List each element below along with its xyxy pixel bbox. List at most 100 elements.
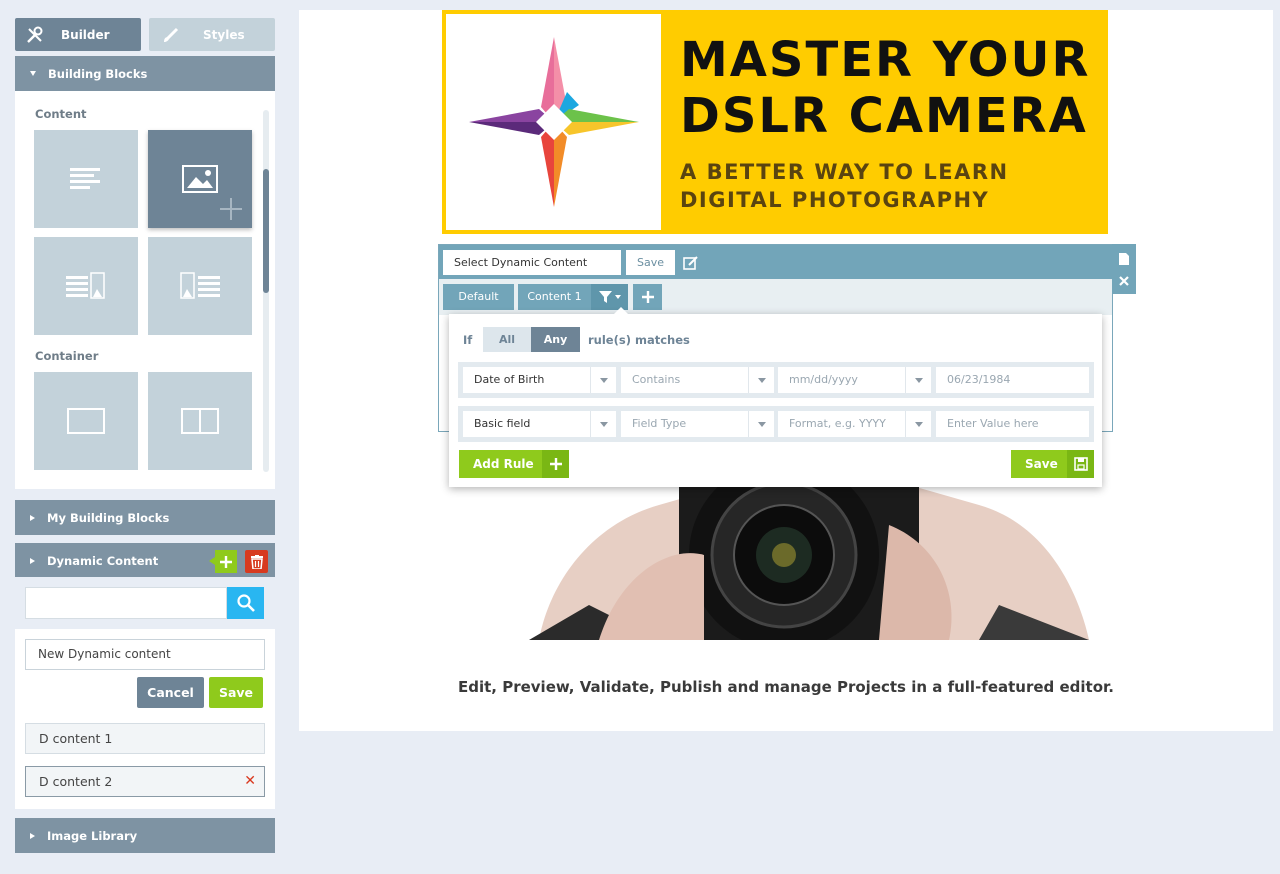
image-icon <box>182 165 218 193</box>
rule-field-select[interactable]: Basic field <box>463 411 616 437</box>
add-tab-button[interactable] <box>633 284 662 310</box>
dropdown-arrow-icon <box>748 367 774 393</box>
dropdown-arrow-icon <box>905 411 931 437</box>
dynamic-content-item-label: D content 1 <box>39 731 113 746</box>
my-building-blocks-header[interactable]: My Building Blocks <box>15 500 275 535</box>
dynamic-content-panel: New Dynamic content Cancel Save D conten… <box>15 577 275 809</box>
text-image-icon <box>66 272 105 299</box>
banner-title-line1: MASTER YOUR <box>680 32 1091 88</box>
banner-subtitle: A BETTER WAY TO LEARN DIGITAL PHOTOGRAPH… <box>680 158 1009 214</box>
rule-format-select[interactable]: mm/dd/yyyy <box>778 367 931 393</box>
banner-logo-area <box>446 14 661 230</box>
text-lines-icon <box>70 168 100 189</box>
search-button[interactable] <box>227 587 264 619</box>
dynamic-content-item[interactable]: D content 1 <box>25 723 265 754</box>
container-section-label: Container <box>35 349 99 363</box>
building-blocks-title: Building Blocks <box>48 66 148 81</box>
rules-save-button[interactable]: Save <box>1011 450 1094 478</box>
rule-row: Date of Birth Contains mm/dd/yyyy 06/23/… <box>458 362 1094 398</box>
toolbar-top: Select Dynamic Content Save <box>439 245 1112 279</box>
dropdown-arrow-icon <box>590 411 616 437</box>
add-plus-icon <box>220 198 242 220</box>
dropdown-arrow-icon <box>905 367 931 393</box>
rules-popover: If All Any rule(s) matches Date of Birth… <box>449 307 1102 487</box>
image-library-header[interactable]: Image Library <box>15 818 275 853</box>
close-icon[interactable] <box>1119 276 1129 286</box>
rules-save-label: Save <box>1025 457 1058 471</box>
if-label: If <box>463 333 473 347</box>
search-input[interactable] <box>25 587 227 619</box>
rule-operator-select[interactable]: Contains <box>621 367 774 393</box>
compass-star-logo <box>468 37 639 207</box>
rule-field-select[interactable]: Date of Birth <box>463 367 616 393</box>
plus-icon <box>641 291 654 303</box>
add-dynamic-content-button[interactable] <box>209 550 237 573</box>
banner-image[interactable]: MASTER YOUR DSLR CAMERA A BETTER WAY TO … <box>442 10 1108 234</box>
copy-icon[interactable] <box>1119 253 1129 265</box>
rule-format-value: Format, e.g. YYYY <box>789 417 886 430</box>
my-building-blocks-title: My Building Blocks <box>47 510 170 525</box>
builder-tab[interactable]: Builder <box>15 18 141 51</box>
chevron-right-icon <box>30 832 35 839</box>
builder-tab-label: Builder <box>61 27 110 42</box>
rule-operator-value: Field Type <box>632 417 687 430</box>
scrollbar-thumb[interactable] <box>263 169 269 293</box>
page-caption: Edit, Preview, Validate, Publish and man… <box>458 678 1114 696</box>
rule-value-input[interactable]: Enter Value here <box>936 411 1089 437</box>
rule-field-value: Basic field <box>474 417 531 430</box>
plus-icon <box>220 555 232 568</box>
text-block[interactable] <box>34 130 138 228</box>
dynamic-content-title: Dynamic Content <box>47 553 159 568</box>
styles-tab[interactable]: Styles <box>149 18 275 51</box>
image-text-block[interactable] <box>148 237 252 335</box>
match-all-toggle[interactable]: All <box>483 327 531 352</box>
banner-title-line2: DSLR CAMERA <box>680 88 1088 144</box>
dynamic-content-item-label: D content 2 <box>39 774 113 789</box>
select-dynamic-content[interactable]: Select Dynamic Content <box>443 250 621 275</box>
tab-content-1[interactable]: Content 1 <box>518 284 591 310</box>
tab-default[interactable]: Default <box>443 284 514 310</box>
match-any-toggle[interactable]: Any <box>531 327 580 352</box>
building-blocks-header[interactable]: Building Blocks <box>15 56 275 91</box>
chevron-right-icon <box>30 557 35 564</box>
chevron-right-icon <box>30 514 35 521</box>
cancel-button[interactable]: Cancel <box>137 677 204 708</box>
text-image-block[interactable] <box>34 237 138 335</box>
rule-row: Basic field Field Type Format, e.g. YYYY… <box>458 406 1094 442</box>
brush-icon <box>161 25 181 45</box>
rule-value-input[interactable]: 06/23/1984 <box>936 367 1089 393</box>
banner-subtitle-line1: A BETTER WAY TO LEARN <box>680 160 1009 184</box>
content-tabs: Default Content 1 <box>439 279 1112 315</box>
building-blocks-panel: Content Container <box>15 91 275 489</box>
rule-field-value: Date of Birth <box>474 373 545 386</box>
image-library-title: Image Library <box>47 828 138 843</box>
rules-match-label: rule(s) matches <box>588 333 690 347</box>
tools-icon <box>25 25 45 45</box>
styles-tab-label: Styles <box>203 27 245 42</box>
chevron-down-icon <box>30 71 36 76</box>
dropdown-arrow-icon <box>590 367 616 393</box>
rule-operator-select[interactable]: Field Type <box>621 411 774 437</box>
delete-dynamic-content-button[interactable] <box>245 550 268 573</box>
floppy-disk-icon <box>1067 450 1094 478</box>
camera-photo[interactable] <box>529 485 1089 640</box>
image-text-icon <box>180 272 220 299</box>
container-two-column[interactable] <box>148 372 252 470</box>
save-button[interactable]: Save <box>209 677 263 708</box>
one-column-icon <box>67 408 105 434</box>
rule-format-value: mm/dd/yyyy <box>789 373 858 386</box>
toolbar-save-button[interactable]: Save <box>626 250 675 275</box>
add-rule-label: Add Rule <box>473 457 534 471</box>
add-rule-button[interactable]: Add Rule <box>459 450 569 478</box>
rule-operator-value: Contains <box>632 373 681 386</box>
toolbar-side-actions <box>1112 244 1136 294</box>
container-one-column[interactable] <box>34 372 138 470</box>
edit-icon[interactable] <box>683 255 699 271</box>
remove-icon[interactable]: ✕ <box>244 767 256 796</box>
content-section-label: Content <box>35 107 87 121</box>
image-block[interactable] <box>148 130 252 228</box>
dynamic-content-name-input[interactable]: New Dynamic content <box>25 639 265 670</box>
filter-icon <box>598 291 621 303</box>
dynamic-content-item[interactable]: D content 2 ✕ <box>25 766 265 797</box>
rule-format-select[interactable]: Format, e.g. YYYY <box>778 411 931 437</box>
